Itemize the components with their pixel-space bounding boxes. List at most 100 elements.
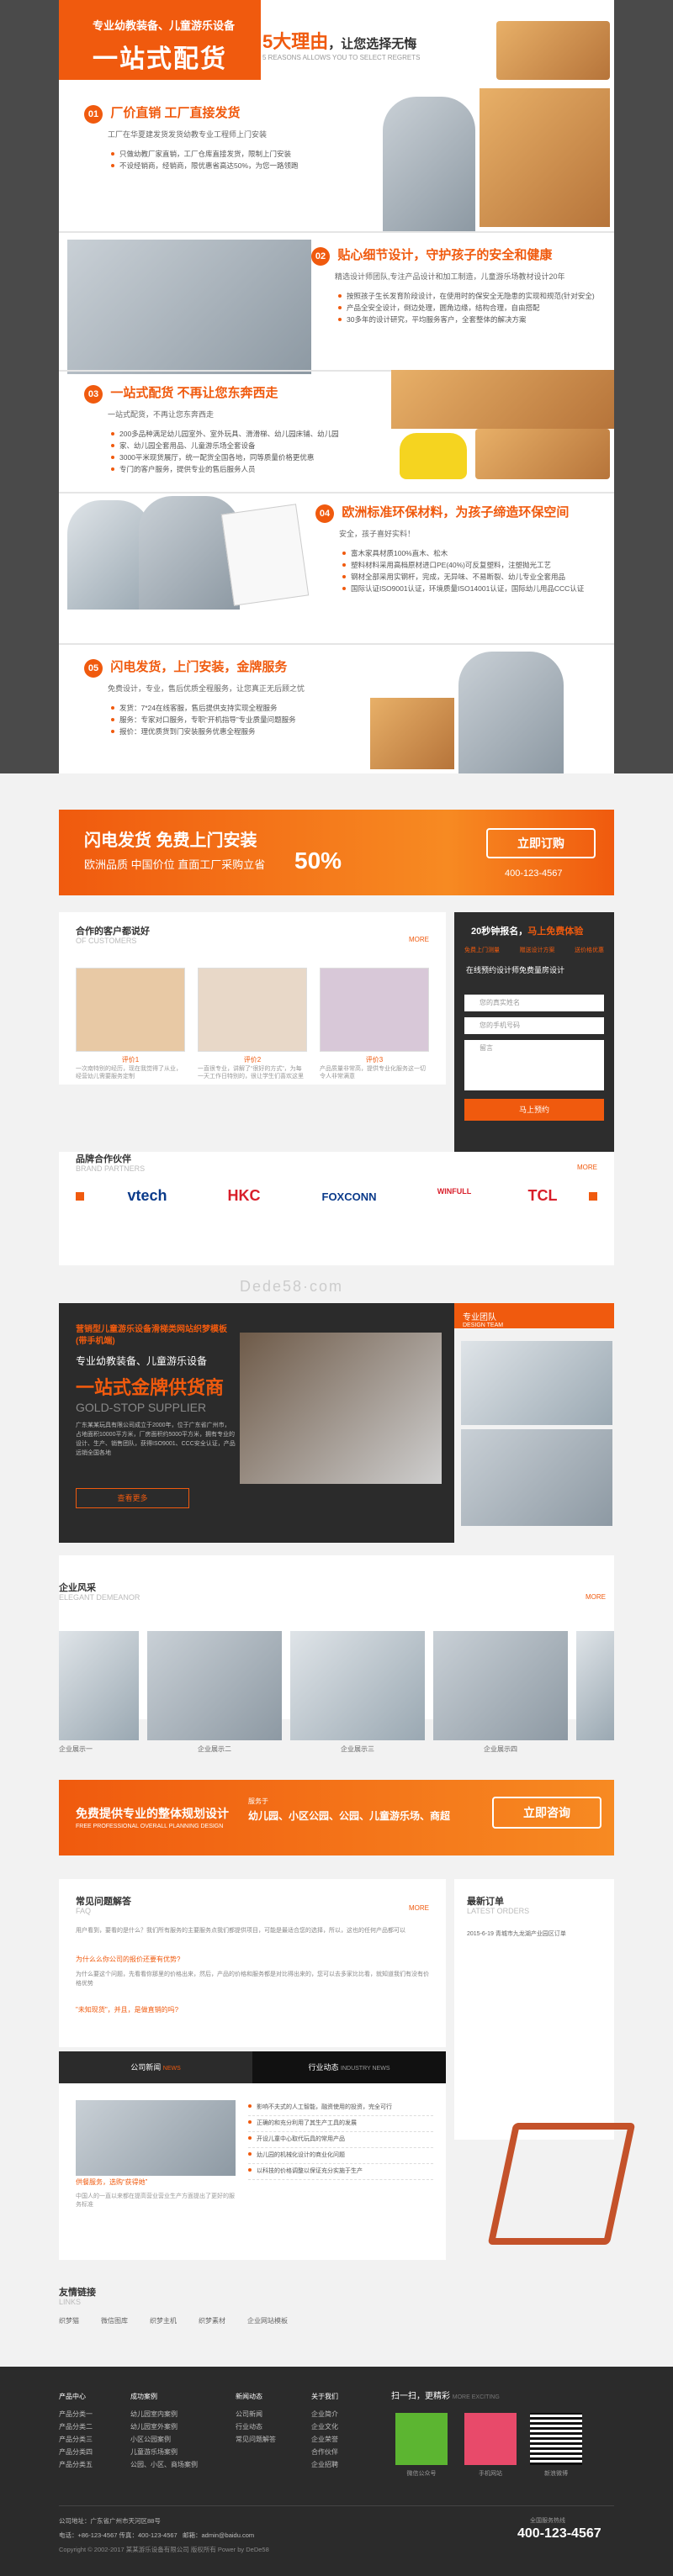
news-item[interactable]: 以科技的价格调整以保证充分实施于生产 xyxy=(248,2164,433,2180)
footer-link[interactable]: 企业荣誉 xyxy=(311,2433,379,2446)
friend-link[interactable]: 织梦主机 xyxy=(150,2316,177,2325)
cases-more-link[interactable]: MORE xyxy=(409,936,429,943)
footer-link[interactable]: 产品分类二 xyxy=(59,2420,126,2433)
book-now-button[interactable]: 马上预约 xyxy=(464,1099,604,1121)
faq-answer-1: 为什么要这个问题，先看看你那里的价格出来，然后，产品的价格和服务都是对比得出来的… xyxy=(76,1972,429,1987)
hero-big: 一站式配货 xyxy=(93,45,227,73)
friend-link[interactable]: 织梦素材 xyxy=(199,2316,225,2325)
mobile-site-qr-code xyxy=(464,2413,517,2465)
quote-form: 20秒钟报名，马上免费体验 免费上门测量 赠送设计方案 送价格优惠 在线预约设计师免… xyxy=(454,912,614,1164)
brand-vtech-logo[interactable]: vtech xyxy=(101,1187,193,1205)
footer-link[interactable]: 幼儿园室外案例 xyxy=(130,2420,223,2433)
news-item[interactable]: 幼儿园的机械化设计的商业化问题 xyxy=(248,2148,433,2164)
tab-industry-news[interactable]: 行业动态 INDUSTRY NEWS xyxy=(252,2051,446,2083)
brand-tcl-logo[interactable]: TCL xyxy=(509,1187,576,1205)
reason-3-item: 专门的客户服务，提供专业的售后服务人员 xyxy=(111,463,387,475)
friend-link[interactable]: 微信图库 xyxy=(101,2316,128,2325)
footer-link[interactable]: 行业动态 xyxy=(236,2420,303,2433)
friend-link[interactable]: 织梦猫 xyxy=(59,2316,79,2325)
watermark-text: Dede58·com xyxy=(240,1278,344,1295)
wooden-cabinet-image xyxy=(391,370,614,429)
footer-link[interactable]: 企业招聘 xyxy=(311,2458,379,2471)
reason-2: 02 贴心细节设计，守护孩子的安全和健康 精选设计师团队,专注产品设计和加工制造… xyxy=(311,245,606,325)
quote-title2: 马上免费体验 xyxy=(527,926,584,937)
promo1-line1: 闪电发货 免费上门安装 xyxy=(84,831,257,850)
footer-phone: 电话：+86-123-4567 传真：400-123-4567 xyxy=(59,2531,178,2539)
cases-section: 合作的客户都说好 OF CUSTOMERS MORE 评价1 评价2 评价3 一… xyxy=(59,912,446,1085)
news-item[interactable]: 正确的和充分利用了其生产工具的发展 xyxy=(248,2116,433,2132)
team-title: 专业团队 xyxy=(463,1313,496,1322)
reason-4-item: 塑料材料采用高档原材进口PE(40%)可反复塑料，注塑抛光工艺 xyxy=(342,559,610,571)
brand-hkc-logo[interactable]: HKC xyxy=(202,1187,286,1205)
brand-foxconn-logo[interactable]: FOXCONN xyxy=(299,1190,400,1203)
reason-3-item: 家、幼儿园全套用品、儿童游乐场全套设备 xyxy=(111,440,387,451)
footer-link[interactable]: 公园、小区、商场案例 xyxy=(130,2458,223,2471)
brands-en: BRAND PARTNERS xyxy=(76,1164,146,1173)
case-name-1: 评价1 xyxy=(121,1056,140,1064)
reason-4: 04 欧洲标准环保材料，为孩子缔造环保空间 安全，孩子喜好实料！ 富木家具材质1… xyxy=(315,503,610,594)
brands-next-arrow[interactable] xyxy=(589,1192,597,1201)
footer-link[interactable]: 产品分类五 xyxy=(59,2458,126,2471)
reason-2-item: 30多年的设计研究，平均服务客户，全套整体的解决方案 xyxy=(338,314,606,325)
quote-benefit: 免费上门测量 xyxy=(464,948,500,953)
footer-link[interactable]: 小区公园案例 xyxy=(130,2433,223,2446)
hero-tag-panel: 专业幼教装备、儿童游乐设备 一站式配货 xyxy=(59,0,261,80)
brands-more-link[interactable]: MORE xyxy=(577,1164,597,1171)
case-text-3: 产品质量非常高，提供专业化服务这一切令人非常满意 xyxy=(320,1066,426,1079)
delivery-boxes-image xyxy=(370,698,454,769)
faq-q2-text: "未知现货"，并且，是做直销的吗? xyxy=(76,2006,179,2014)
faq-question-1[interactable]: 为什么么你公司的报价还要有优势? xyxy=(76,1955,429,1964)
links-section: 友情链接 LINKS 织梦猫 微信图库 织梦主机 织梦素材 企业网站模板 xyxy=(59,2278,614,2337)
cases-en: OF CUSTOMERS xyxy=(76,937,137,945)
promo2-line2: 幼儿园、小区公园、公园、儿童游乐场、商超 xyxy=(248,1810,451,1822)
reception-photo xyxy=(240,1333,442,1484)
brands-prev-arrow[interactable] xyxy=(76,1192,84,1201)
reason-4-sub: 安全，孩子喜好实料！ xyxy=(339,530,416,538)
footer-col-title: 成功案例 xyxy=(130,2393,157,2400)
env-more-link[interactable]: MORE xyxy=(586,1593,606,1601)
reason-4-item: 国际认证ISO9001认证，环境质量ISO14001认证，国际幼儿用品CCC认证 xyxy=(342,583,610,594)
qr-caption: 微信公众号 xyxy=(406,2471,437,2477)
message-field[interactable]: 留言 xyxy=(464,1040,604,1090)
footer-hotline: 400-123-4567 xyxy=(517,2526,601,2541)
news-item[interactable]: 影响不夫式的人工智能，融资使用的投资，完全可行 xyxy=(248,2100,433,2116)
order-item: 2015-6-19 青城市九龙湖产业园区订单 xyxy=(467,1931,566,1937)
footer-link[interactable]: 幼儿园室内案例 xyxy=(130,2408,223,2420)
consult-now-button[interactable]: 立即咨询 xyxy=(492,1797,601,1829)
case-avatar-2 xyxy=(198,968,307,1052)
news-item[interactable]: 开设儿童中心取代玩具的常用产品 xyxy=(248,2132,433,2148)
footer-link[interactable]: 产品分类四 xyxy=(59,2446,126,2458)
name-field[interactable]: 您的真实姓名 xyxy=(464,995,604,1011)
footer-link[interactable]: 儿童游乐场案例 xyxy=(130,2446,223,2458)
view-more-label: 查看更多 xyxy=(117,1494,148,1502)
footer-link[interactable]: 常见问题解答 xyxy=(236,2433,303,2446)
reason-1: 01 厂价直销 工厂直接发货 工厂在华夏建发货发货幼教专业工程师上门安装 只做幼… xyxy=(84,103,387,172)
view-more-button[interactable]: 查看更多 xyxy=(76,1488,189,1508)
footer-link[interactable]: 公司新闻 xyxy=(236,2408,303,2420)
env-photo-2 xyxy=(147,1631,282,1740)
about-desc: 广东某某玩具有限公司成立于2000年，位于广东省广州市，占地面积10000平方米… xyxy=(76,1423,236,1456)
order-now-button[interactable]: 立即订购 xyxy=(486,828,596,858)
footer-link[interactable]: 企业简介 xyxy=(311,2408,379,2420)
promo2-line1-en: FREE PROFESSIONAL OVERALL PLANNING DESIG… xyxy=(76,1824,224,1829)
friend-link[interactable]: 企业网站模板 xyxy=(247,2316,288,2325)
footer-col-title: 新闻动态 xyxy=(236,2393,262,2400)
team-photo xyxy=(67,240,311,374)
footer-link[interactable]: 合作伙伴 xyxy=(311,2446,379,2458)
footer-link[interactable]: 产品分类一 xyxy=(59,2408,126,2420)
phone-field-placeholder: 您的手机号码 xyxy=(480,1021,520,1029)
brand-winfull-logo[interactable]: WINFULL xyxy=(412,1187,496,1196)
reason-5-title: 闪电发货，上门安装，金牌服务 xyxy=(110,660,288,674)
phone-field[interactable]: 您的手机号码 xyxy=(464,1017,604,1034)
reason-2-item: 产品全安全设计，倒边处理，圆角边缘，结构合理，自由搭配 xyxy=(338,302,606,314)
footer-col-cases: 成功案例 幼儿园室内案例 幼儿园室外案例 小区公园案例 儿童游乐场案例 公园、小… xyxy=(130,2392,223,2471)
promo1-pct: 50% xyxy=(294,847,342,874)
faq-more-link[interactable]: MORE xyxy=(409,1904,429,1912)
tab-company-news[interactable]: 公司新闻 NEWS xyxy=(59,2051,252,2083)
footer-link[interactable]: 企业文化 xyxy=(311,2420,379,2433)
faq-question-2[interactable]: "未知现货"，并且，是做直销的吗? xyxy=(76,2005,429,2014)
consult-now-label: 立即咨询 xyxy=(523,1806,570,1819)
footer-link[interactable]: 产品分类三 xyxy=(59,2433,126,2446)
reason-3-item: 3000平米现货展厅，统一配货全国各地，同等质量价格更优惠 xyxy=(111,451,387,463)
reason-2-item: 按照孩子生长发育阶段设计，在使用时的保安全无隐患的实现和规范(针对安全) xyxy=(338,290,606,302)
